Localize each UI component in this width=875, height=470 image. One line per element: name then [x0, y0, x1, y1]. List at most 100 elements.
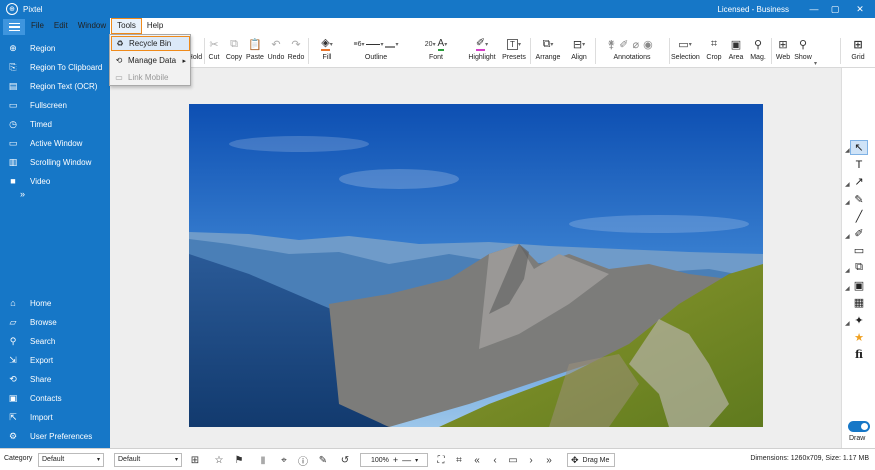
show-button[interactable]: ⚲ Show	[793, 36, 813, 62]
chevron-down-icon[interactable]: ▾	[415, 457, 418, 464]
sidebar-item-scrolling-window[interactable]: ▥ Scrolling Window	[0, 153, 110, 171]
select-icon[interactable]: ↖	[850, 140, 868, 155]
hamburger-menu-icon[interactable]	[3, 19, 25, 35]
blur-icon[interactable]: ▦	[850, 295, 868, 310]
close-button[interactable]: ✕	[852, 2, 868, 16]
sidebar-item-browse[interactable]: ▱ Browse	[0, 313, 110, 331]
magnifier-button[interactable]: ⚲ Mag.	[747, 36, 769, 62]
copy-icon[interactable]: ⧉	[850, 260, 868, 275]
presets-button[interactable]: T ▾ Presets	[501, 36, 527, 61]
sidebar-item-home[interactable]: ⌂ Home	[0, 294, 110, 312]
sidebar-item-timed[interactable]: ◷ Timed	[0, 115, 110, 133]
area-button[interactable]: ▣ Area	[725, 36, 747, 62]
restore-button[interactable]: ▢	[827, 2, 843, 16]
draw-toggle[interactable]	[848, 421, 870, 432]
note-icon[interactable]: ▭	[850, 243, 868, 258]
pen-icon[interactable]: ✎	[850, 192, 868, 207]
sidebar-expand-icon[interactable]: »	[20, 189, 25, 199]
fill-button[interactable]: ◈ ▾ Fill	[310, 36, 344, 61]
magic-icon[interactable]: ✦	[850, 313, 868, 328]
align-icon: ⊟ ▾	[572, 38, 586, 51]
web-button[interactable]: ⊞ Web	[773, 36, 793, 62]
zoom-out-icon[interactable]: —	[402, 455, 411, 465]
bookmark-icon[interactable]: ▮	[256, 453, 270, 467]
sidebar-item-export[interactable]: ⇲ Export	[0, 351, 110, 369]
sidebar-item-search[interactable]: ⚲ Search	[0, 332, 110, 350]
fit-screen-icon[interactable]: ⛶	[434, 453, 448, 467]
star-icon[interactable]: ☆	[212, 453, 226, 467]
redo-button[interactable]: ↷ Redo	[287, 36, 305, 62]
menu-help[interactable]: Help	[142, 18, 168, 34]
selection-button[interactable]: ▭ ▾ Selection	[671, 36, 700, 62]
outline-button[interactable]: ≡ 6 ▾ ▾ ▾ Outline	[346, 36, 406, 62]
tag-icon[interactable]: ⌖	[277, 453, 291, 467]
tool-submenu-arrow-icon[interactable]: ◢	[845, 147, 850, 154]
subcategory-select[interactable]: Default ▾	[114, 453, 182, 467]
gallery-icon[interactable]: ⊞	[188, 453, 202, 467]
slideshow-icon[interactable]: ▭	[506, 453, 520, 467]
menu-tools[interactable]: Tools	[111, 18, 142, 34]
marker-icon[interactable]: ✐	[850, 226, 868, 241]
zoom-control[interactable]: 100% + — ▾	[360, 453, 428, 467]
editor-canvas[interactable]	[110, 68, 841, 448]
tool-submenu-arrow-icon[interactable]: ◢	[845, 320, 850, 327]
grid-button[interactable]: ⊞ Grid	[848, 36, 868, 62]
sidebar-item-region-to-clipboard[interactable]: ⎘ Region To Clipboard	[0, 58, 110, 76]
sidebar-item-fullscreen[interactable]: ▭ Fullscreen	[0, 96, 110, 114]
crop-button[interactable]: ⌗ Crop	[703, 36, 725, 62]
grid-icon: ⊞	[853, 38, 863, 51]
tool-submenu-arrow-icon[interactable]: ◢	[845, 267, 850, 274]
menu-item-recycle-bin[interactable]: ♻ Recycle Bin	[111, 36, 190, 51]
menu-item-link-mobile[interactable]: ▭ Link Mobile	[111, 70, 190, 85]
info-icon[interactable]: ⓘ	[296, 453, 310, 468]
cut-button[interactable]: ✂ Cut	[206, 36, 222, 62]
line-icon[interactable]: ╱	[850, 209, 868, 224]
sidebar-item-region[interactable]: ⊕ Region	[0, 39, 110, 57]
first-image-icon[interactable]: «	[470, 453, 484, 467]
web-icon: ⊞	[778, 38, 788, 51]
history-icon[interactable]: ↺	[338, 453, 352, 467]
align-button[interactable]: ⊟ ▾ Align	[565, 36, 593, 62]
zoom-in-icon[interactable]: +	[393, 455, 398, 465]
drag-me-button[interactable]: ✥ Drag Me	[567, 453, 615, 467]
sidebar-item-import[interactable]: ⇱ Import	[0, 408, 110, 426]
toolbar-overflow-icon[interactable]: ▾	[814, 60, 817, 67]
menu-edit[interactable]: Edit	[49, 18, 73, 34]
last-image-icon[interactable]: »	[542, 453, 556, 467]
sidebar-item-region-text-ocr[interactable]: ▤ Region Text (OCR)	[0, 77, 110, 95]
menu-item-manage-data[interactable]: ⟲ Manage Data ▸	[111, 53, 190, 68]
sidebar-item-contacts[interactable]: ▣ Contacts	[0, 389, 110, 407]
text-icon[interactable]: T	[850, 157, 868, 172]
undo-button[interactable]: ↶ Undo	[267, 36, 285, 62]
sidebar-item-user-preferences[interactable]: ⚙ User Preferences	[0, 427, 110, 445]
previous-image-icon[interactable]: ‹	[488, 453, 502, 467]
tool-submenu-arrow-icon[interactable]: ◢	[845, 199, 850, 206]
sidebar-item-share[interactable]: ⟲ Share	[0, 370, 110, 388]
copy-button[interactable]: ⧉ Copy	[225, 36, 243, 62]
contacts-icon: ▣	[8, 392, 18, 403]
next-image-icon[interactable]: ›	[524, 453, 538, 467]
image-icon[interactable]: ▣	[850, 278, 868, 293]
flag-icon[interactable]: ⚑	[232, 453, 246, 467]
menu-window[interactable]: Window	[73, 18, 111, 34]
category-select[interactable]: Default ▾	[38, 453, 104, 467]
sidebar-item-active-window[interactable]: ▭ Active Window	[0, 134, 110, 152]
font-button[interactable]: 20 ▾ A ▾ Font	[407, 36, 465, 62]
annotations-button[interactable]: ⚵✐⌀◉ Annotations	[598, 36, 666, 62]
paste-button[interactable]: 📋 Paste	[246, 36, 264, 62]
actual-size-icon[interactable]: ⌗	[452, 453, 466, 467]
minimize-button[interactable]: —	[806, 2, 822, 16]
star-icon[interactable]: ★	[850, 330, 868, 345]
show-icon: ⚲	[798, 38, 808, 51]
tool-submenu-arrow-icon[interactable]: ◢	[845, 285, 850, 292]
tool-submenu-arrow-icon[interactable]: ◢	[845, 233, 850, 240]
sidebar-item-video[interactable]: ■ Video	[0, 172, 110, 190]
menu-file[interactable]: File	[26, 18, 49, 34]
edit-icon[interactable]: ✎	[316, 453, 330, 467]
fi-icon[interactable]: fi	[850, 347, 868, 362]
highlight-button[interactable]: ✐ ▾ Highlight	[465, 36, 499, 61]
tool-submenu-arrow-icon[interactable]: ◢	[845, 181, 850, 188]
canvas-image[interactable]	[189, 104, 763, 427]
arrow-icon[interactable]: ↗	[850, 174, 868, 189]
arrange-button[interactable]: ⧉ ▾ Arrange	[533, 36, 563, 62]
